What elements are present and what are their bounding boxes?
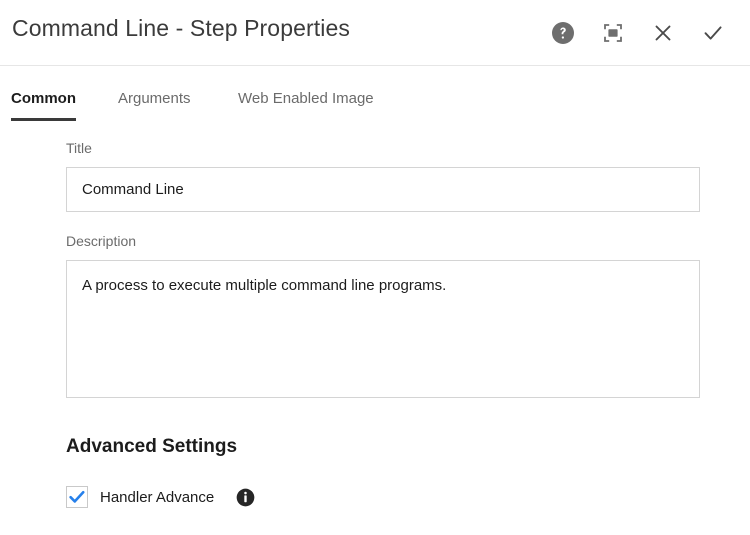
tab-arguments-label: Arguments xyxy=(118,90,191,107)
tab-bar: Common Arguments Web Enabled Image xyxy=(0,66,750,121)
checkmark-icon xyxy=(68,488,86,506)
handler-advance-row: Handler Advance xyxy=(66,486,255,508)
description-textarea[interactable] xyxy=(66,260,700,398)
handler-advance-info-button[interactable] xyxy=(236,488,255,507)
info-icon xyxy=(236,488,255,507)
close-icon xyxy=(651,21,675,45)
advanced-settings-heading: Advanced Settings xyxy=(66,436,238,457)
maximize-icon xyxy=(601,21,625,45)
title-field-label: Title xyxy=(66,140,92,156)
close-button[interactable] xyxy=(638,8,688,58)
help-icon xyxy=(551,21,575,45)
tab-common[interactable]: Common xyxy=(11,90,76,121)
header-action-buttons xyxy=(538,0,738,65)
confirm-button[interactable] xyxy=(688,8,738,58)
tab-common-label: Common xyxy=(11,90,76,107)
confirm-check-icon xyxy=(701,21,725,45)
handler-advance-checkbox[interactable] xyxy=(66,486,88,508)
tab-web-enabled-image[interactable]: Web Enabled Image xyxy=(238,90,374,117)
dialog-header: Command Line - Step Properties xyxy=(0,0,750,66)
tab-web-enabled-image-label: Web Enabled Image xyxy=(238,90,374,107)
maximize-button[interactable] xyxy=(588,8,638,58)
description-field-label: Description xyxy=(66,233,137,249)
handler-advance-label: Handler Advance xyxy=(100,488,215,506)
step-properties-dialog: Command Line - Step Properties Common Ar… xyxy=(0,0,750,535)
help-button[interactable] xyxy=(538,8,588,58)
tab-arguments[interactable]: Arguments xyxy=(118,90,191,117)
page-title: Command Line - Step Properties xyxy=(12,15,350,41)
title-input[interactable] xyxy=(66,167,700,212)
